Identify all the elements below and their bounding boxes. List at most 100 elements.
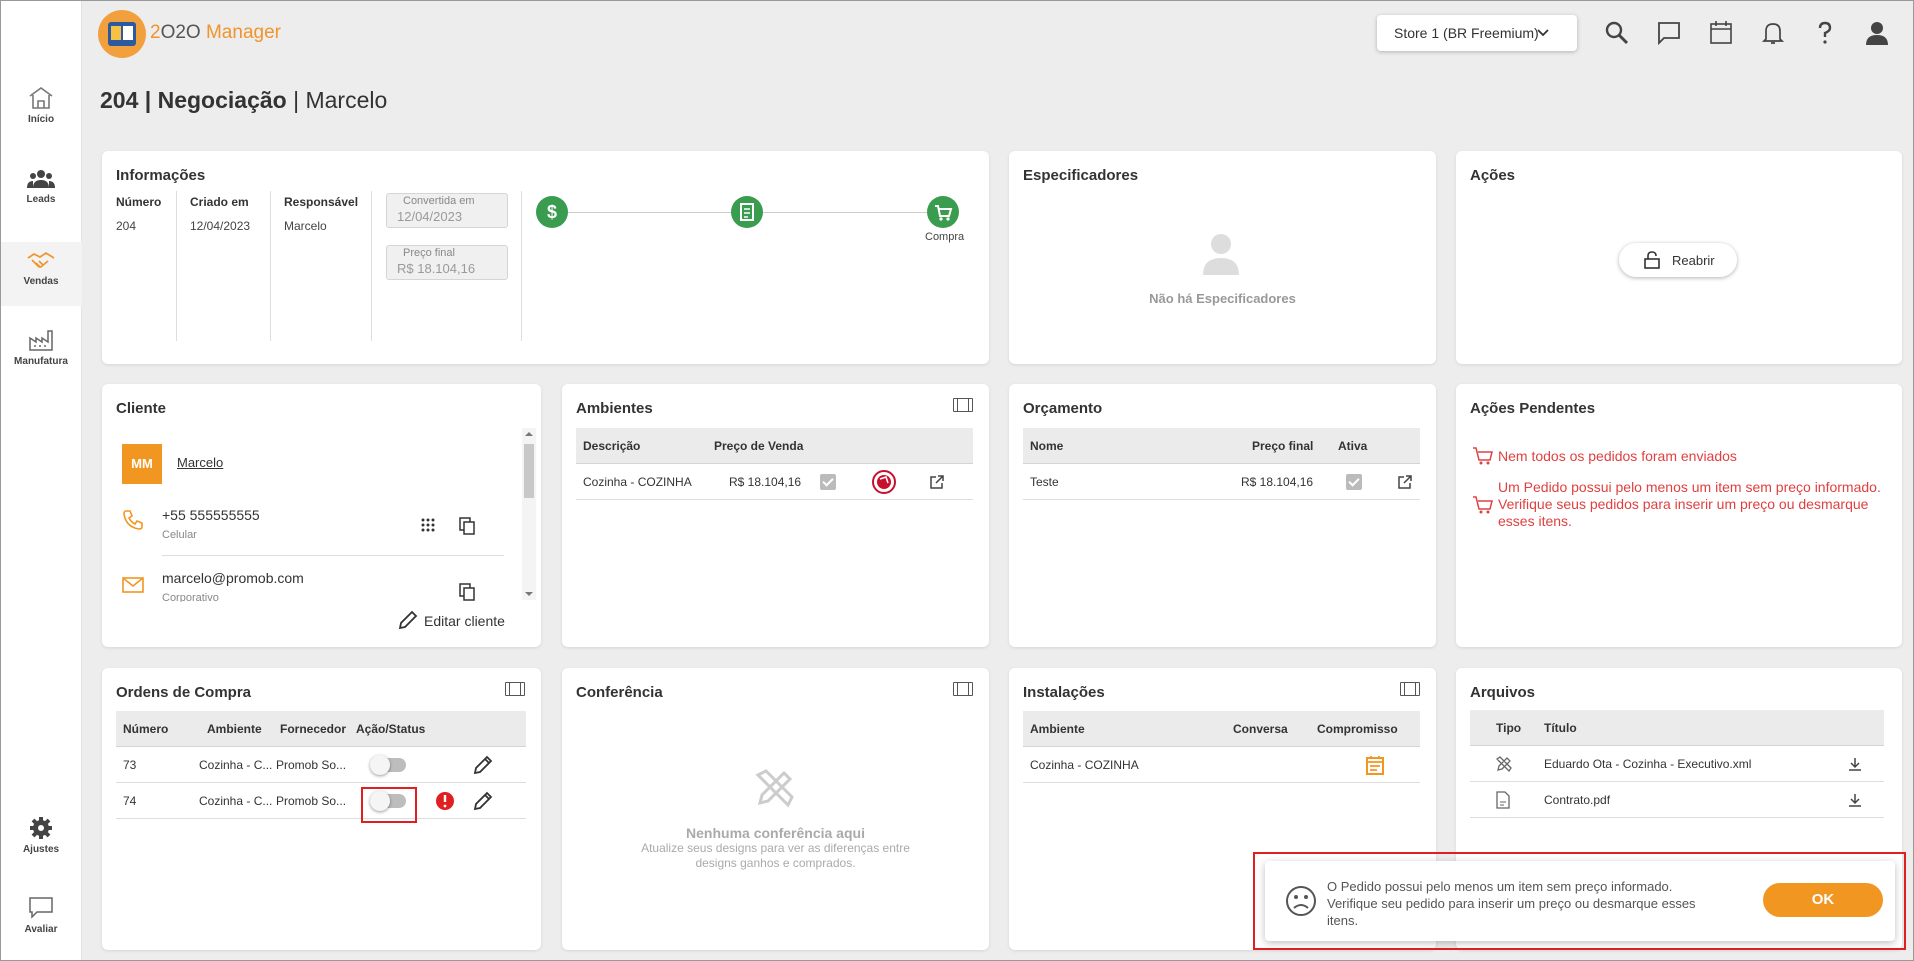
download-icon[interactable] xyxy=(1848,793,1862,807)
edit-client-label: Editar cliente xyxy=(424,613,505,629)
nav-ajustes[interactable]: Ajustes xyxy=(0,816,82,876)
card-title: Especificadores xyxy=(1023,167,1139,184)
help-icon[interactable] xyxy=(1812,20,1838,46)
app-name: 2O2O Manager xyxy=(150,22,281,43)
card-title: Conferência xyxy=(576,684,663,701)
client-avatar: MM xyxy=(122,444,162,484)
client-email: marcelo@promob.com xyxy=(162,570,304,586)
table-header: Número Ambiente Fornecedor Ação/Status xyxy=(116,711,526,747)
status-toggle[interactable] xyxy=(370,755,406,775)
ordens-card: Ordens de Compra Número Ambiente Fornece… xyxy=(102,668,541,950)
orcamento-card: Orçamento Nome Preço final Ativa Teste R… xyxy=(1009,384,1436,647)
nav-avaliar[interactable]: Avaliar xyxy=(0,896,82,956)
dollar-icon: $ xyxy=(547,202,557,222)
table-row[interactable]: Teste R$ 18.104,16 xyxy=(1023,464,1420,500)
feedback-icon xyxy=(29,897,53,919)
client-email-type: Corporativo xyxy=(162,592,219,602)
page-title: 204 | Negociação | Marcelo xyxy=(100,87,388,113)
open-external-icon[interactable] xyxy=(930,475,944,489)
nav-vendas[interactable]: Vendas xyxy=(0,242,82,306)
reabrir-label: Reabrir xyxy=(1672,253,1715,268)
sidebar: Início Leads Vendas Manufatura Ajustes A… xyxy=(0,0,82,961)
store-label: Store 1 (BR Freemium) xyxy=(1394,25,1539,41)
expand-icon[interactable] xyxy=(953,398,973,412)
calendar-icon[interactable] xyxy=(1708,20,1734,46)
nav-inicio[interactable]: Início xyxy=(0,86,82,146)
expand-icon[interactable] xyxy=(953,682,973,696)
checkbox[interactable] xyxy=(820,474,836,490)
especificadores-card: Especificadores Não há Especificadores xyxy=(1009,151,1436,364)
step-cart xyxy=(927,196,959,228)
nav-manufatura[interactable]: Manufatura xyxy=(0,328,82,388)
empty-desc: Atualize seus designs para ver as difere… xyxy=(641,841,910,855)
step-document xyxy=(731,196,763,228)
user-avatar-icon[interactable] xyxy=(1864,20,1890,46)
copy-email-icon[interactable] xyxy=(459,583,475,601)
copy-phone-icon[interactable] xyxy=(459,517,475,535)
error-alert-icon xyxy=(436,792,454,810)
informacoes-card: Informações Número 204 Criado em 12/04/2… xyxy=(102,151,989,364)
dialpad-icon[interactable] xyxy=(421,518,435,534)
card-title: Instalações xyxy=(1023,684,1105,701)
handshake-icon xyxy=(27,251,55,268)
card-title: Ações Pendentes xyxy=(1470,400,1596,417)
nav-label: Manufatura xyxy=(14,356,68,367)
table-row[interactable]: Contrato.pdf xyxy=(1470,782,1884,818)
ok-button[interactable]: OK xyxy=(1763,883,1883,917)
expand-icon[interactable] xyxy=(1400,682,1420,696)
client-phone-type: Celular xyxy=(162,529,197,541)
open-external-icon[interactable] xyxy=(1398,475,1412,489)
chat-icon[interactable] xyxy=(1656,20,1682,46)
card-title: Ações xyxy=(1470,167,1516,184)
factory-icon xyxy=(29,330,53,351)
preco-final-field: Preço final R$ 18.104,16 xyxy=(386,245,508,280)
table-row[interactable]: 74 Cozinha - C... Promob So... xyxy=(116,783,526,819)
home-icon xyxy=(29,87,53,109)
bell-icon[interactable] xyxy=(1760,20,1786,46)
table-row[interactable]: Eduardo Ota - Cozinha - Executivo.xml xyxy=(1470,746,1884,782)
nav-label: Avaliar xyxy=(24,924,58,935)
svg-text:$: $ xyxy=(547,202,557,222)
gear-icon xyxy=(30,817,52,839)
store-selector[interactable]: Store 1 (BR Freemium) xyxy=(1377,15,1577,51)
table-row[interactable]: Cozinha - COZINHA R$ 18.104,16 xyxy=(576,464,973,500)
table-row[interactable]: Cozinha - COZINHA xyxy=(1023,747,1420,783)
responsavel-label: Responsável xyxy=(284,195,359,209)
card-title: Orçamento xyxy=(1023,400,1103,417)
client-name-link[interactable]: Marcelo xyxy=(177,455,223,470)
unlock-icon xyxy=(1644,251,1660,269)
table-header: Nome Preço final Ativa xyxy=(1023,428,1420,464)
document-icon xyxy=(740,203,754,221)
pending-item: Verifique seus pedidos para inserir um p… xyxy=(1498,496,1869,512)
checkbox[interactable] xyxy=(1346,474,1362,490)
expand-icon[interactable] xyxy=(505,682,525,696)
edit-pencil-icon[interactable] xyxy=(472,790,494,812)
nav-leads[interactable]: Leads xyxy=(0,168,82,228)
criado-label: Criado em xyxy=(190,195,249,209)
table-row[interactable]: 73 Cozinha - C... Promob So... xyxy=(116,747,526,783)
people-icon xyxy=(27,170,55,188)
design-file-icon xyxy=(1496,756,1512,772)
pencil-icon xyxy=(398,610,418,630)
notification-highlight: O Pedido possui pelo menos um item sem p… xyxy=(1253,852,1906,950)
reabrir-button[interactable]: Reabrir xyxy=(1619,243,1737,277)
step-dollar: $ xyxy=(536,196,568,228)
nav-label: Leads xyxy=(26,194,56,205)
client-scrollbar[interactable] xyxy=(522,428,536,600)
calendar-event-icon[interactable] xyxy=(1365,755,1385,775)
render-icon[interactable] xyxy=(872,470,896,494)
card-title: Ordens de Compra xyxy=(116,684,252,701)
cart-icon xyxy=(935,205,953,221)
convertida-field: Convertida em 12/04/2023 xyxy=(386,193,508,228)
pending-item: Nem todos os pedidos foram enviados xyxy=(1498,448,1737,464)
search-icon[interactable] xyxy=(1604,20,1630,46)
card-title: Arquivos xyxy=(1470,684,1536,701)
cliente-card: Cliente MM Marcelo +55 555555555 Celular… xyxy=(102,384,541,647)
sad-face-icon xyxy=(1286,886,1316,916)
edit-pencil-icon[interactable] xyxy=(472,754,494,776)
conferencia-card: Conferência Nenhuma conferência aqui Atu… xyxy=(562,668,989,950)
nav-label: Ajustes xyxy=(22,844,60,855)
cart-alert-icon xyxy=(1473,447,1493,465)
pdf-file-icon xyxy=(1496,791,1510,809)
download-icon[interactable] xyxy=(1848,757,1862,771)
